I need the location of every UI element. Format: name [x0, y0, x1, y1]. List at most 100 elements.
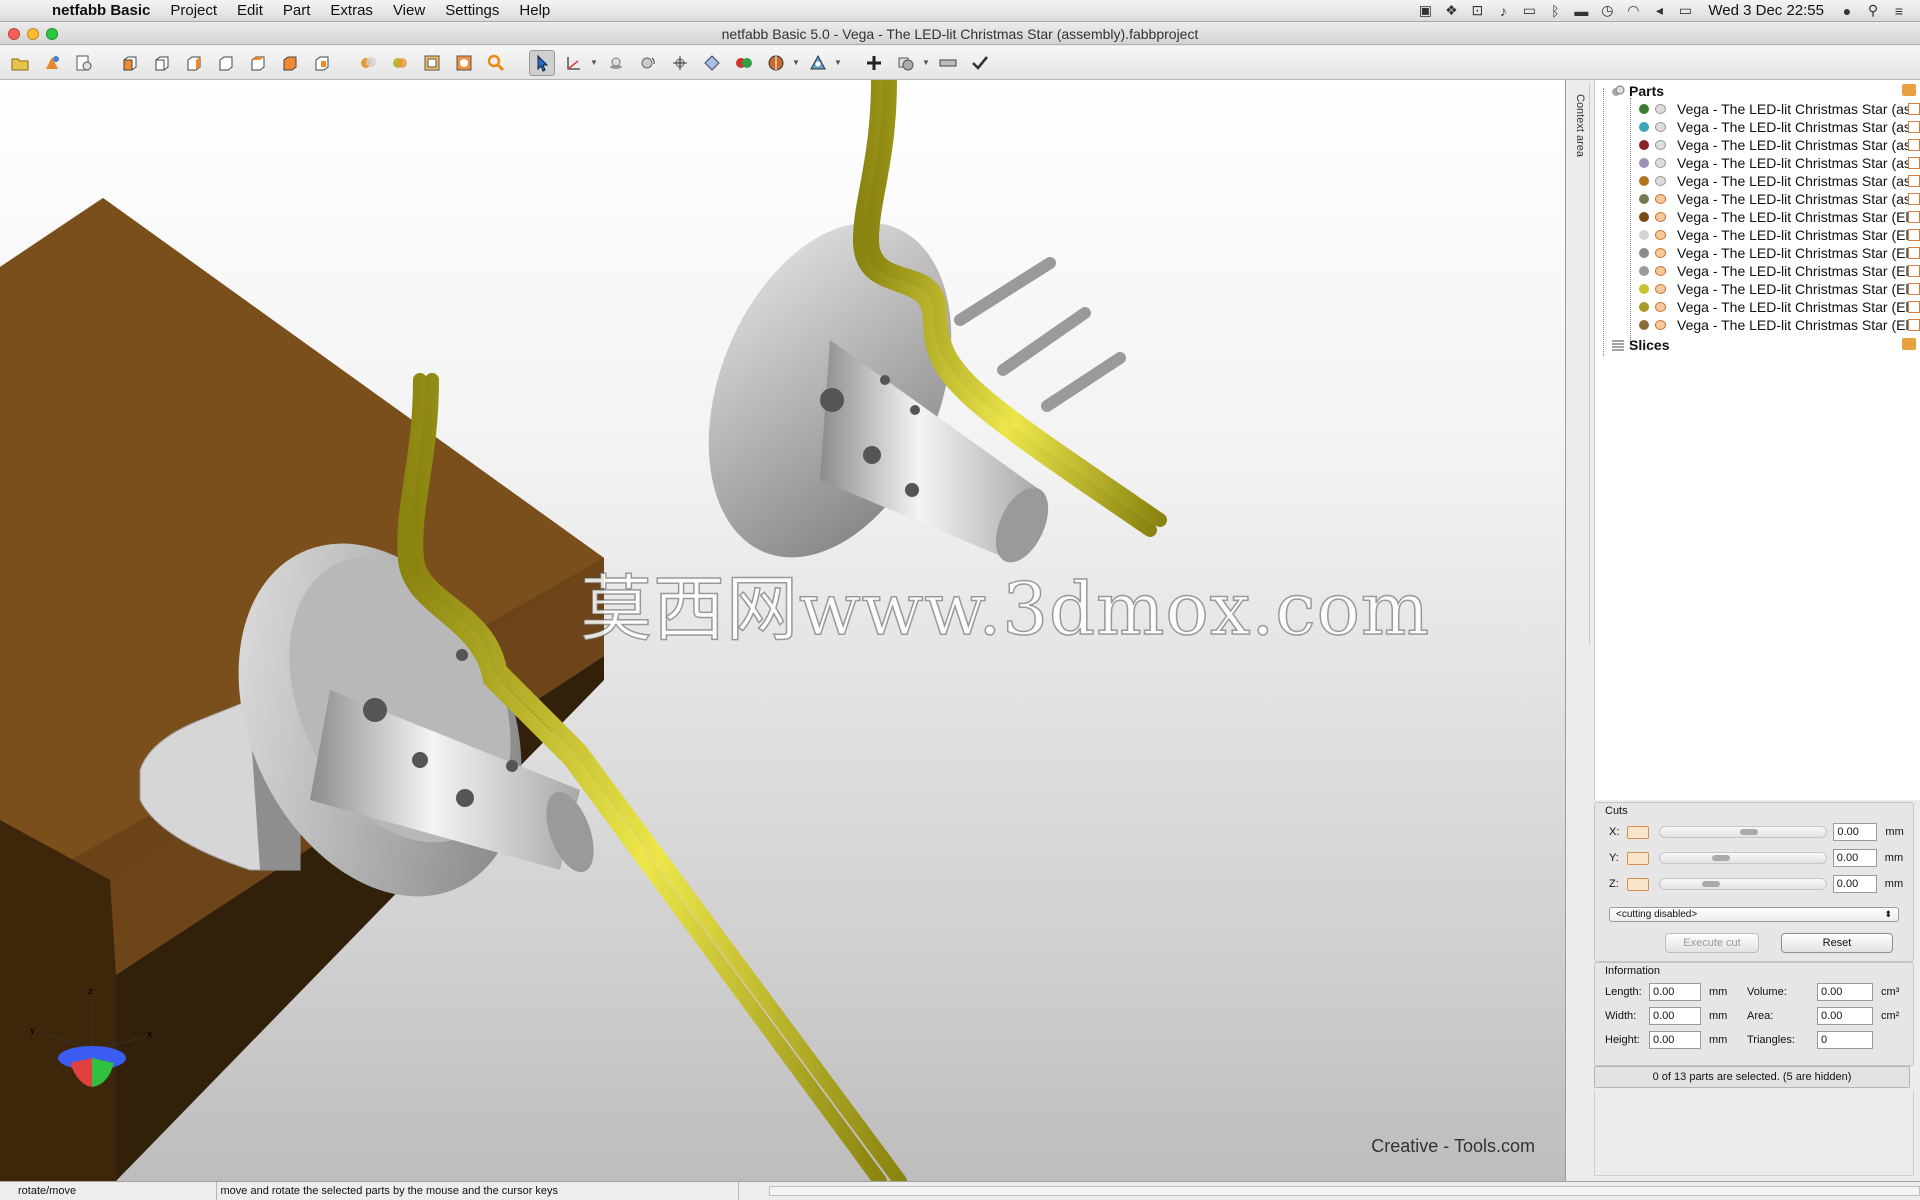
tree-part-item[interactable]: Vega - The LED-lit Christmas Star (ass [1595, 190, 1920, 208]
add-button[interactable] [861, 50, 887, 76]
part-options-icon[interactable] [1908, 139, 1920, 151]
menu-view[interactable]: View [383, 0, 435, 22]
app-menu[interactable]: netfabb Basic [40, 0, 160, 22]
airplay-icon[interactable]: ▭ [1516, 2, 1542, 19]
visibility-eye-icon[interactable] [1655, 302, 1666, 312]
part-options-icon[interactable] [1908, 247, 1920, 259]
download-icon[interactable]: ⊡ [1464, 2, 1490, 19]
part-options-icon[interactable] [1908, 319, 1920, 331]
visibility-eye-icon[interactable] [1655, 248, 1666, 258]
scale-part-button[interactable] [667, 50, 693, 76]
display-icon[interactable]: ▣ [1412, 2, 1438, 19]
move-part-button[interactable] [603, 50, 629, 76]
boolean-button[interactable] [893, 50, 919, 76]
visibility-eye-icon[interactable] [1655, 320, 1666, 330]
view-left-button[interactable] [181, 50, 207, 76]
tree-part-item[interactable]: Vega - The LED-lit Christmas Star (ass [1595, 118, 1920, 136]
menu-settings[interactable]: Settings [435, 0, 509, 22]
tree-node-slices[interactable]: Slices [1595, 336, 1920, 354]
execute-cut-button[interactable]: Execute cut [1665, 933, 1759, 953]
3d-viewport[interactable]: 莫西网www.3dmox.com z x y Creative - Tools.… [0, 80, 1566, 1181]
chevron-down-icon[interactable]: ▼ [834, 58, 844, 67]
tree-part-item[interactable]: Vega - The LED-lit Christmas Star (Elec [1595, 280, 1920, 298]
cut-x-color-swatch[interactable] [1627, 825, 1650, 839]
reset-button[interactable]: Reset [1781, 933, 1893, 953]
clock[interactable]: Wed 3 Dec 22:55 [1698, 2, 1834, 19]
tree-part-item[interactable]: Vega - The LED-lit Christmas Star (Elec [1595, 226, 1920, 244]
cut-y-color-swatch[interactable] [1626, 851, 1649, 865]
tree-part-item[interactable]: Vega - The LED-lit Christmas Star (ass [1595, 154, 1920, 172]
tree-node-parts[interactable]: Parts [1595, 82, 1920, 100]
visibility-eye-icon[interactable] [1655, 212, 1666, 222]
tree-part-item[interactable]: Vega - The LED-lit Christmas Star (Elec [1595, 316, 1920, 334]
user-icon[interactable]: ● [1834, 3, 1860, 19]
battery-level-icon[interactable]: ▭ [1672, 2, 1698, 19]
tree-part-item[interactable]: Vega - The LED-lit Christmas Star (Elec [1595, 298, 1920, 316]
cut-z-slider-thumb[interactable] [1701, 881, 1720, 887]
dropbox-icon[interactable]: ❖ [1438, 2, 1464, 19]
visibility-eye-icon[interactable] [1655, 122, 1666, 132]
apply-checkmark-icon[interactable] [967, 50, 993, 76]
part-options-icon[interactable] [1908, 103, 1920, 115]
context-area-tab[interactable]: Context area [1572, 84, 1590, 644]
add-part-button[interactable] [39, 50, 65, 76]
part-options-icon[interactable] [1908, 157, 1920, 169]
minimize-window-button[interactable] [27, 28, 39, 40]
menu-extras[interactable]: Extras [320, 0, 383, 22]
time-machine-icon[interactable]: ◷ [1594, 2, 1620, 19]
view-back-button[interactable] [149, 50, 175, 76]
menu-project[interactable]: Project [160, 0, 227, 22]
shading-button[interactable] [355, 50, 381, 76]
add-slice-folder-icon[interactable] [1902, 338, 1916, 350]
section-view-button[interactable] [763, 50, 789, 76]
tree-part-item[interactable]: Vega - The LED-lit Christmas Star (Elec [1595, 208, 1920, 226]
part-options-icon[interactable] [1908, 265, 1920, 277]
cut-z-slider[interactable] [1658, 878, 1827, 890]
cut-y-input[interactable]: 0.00 [1832, 849, 1877, 867]
tree-part-item[interactable]: Vega - The LED-lit Christmas Star (Elec [1595, 262, 1920, 280]
view-front-button[interactable] [117, 50, 143, 76]
cut-x-slider[interactable] [1659, 826, 1828, 838]
visibility-eye-icon[interactable] [1655, 194, 1666, 204]
wifi-icon[interactable]: ◠ [1620, 2, 1646, 19]
tree-part-item[interactable]: Vega - The LED-lit Christmas Star (ass [1595, 136, 1920, 154]
tree-part-item[interactable]: Vega - The LED-lit Christmas Star (ass [1595, 172, 1920, 190]
menu-edit[interactable]: Edit [227, 0, 273, 22]
zoom-selection-button[interactable] [451, 50, 477, 76]
part-options-icon[interactable] [1908, 175, 1920, 187]
visibility-eye-icon[interactable] [1655, 230, 1666, 240]
visibility-eye-icon[interactable] [1655, 176, 1666, 186]
part-options-icon[interactable] [1908, 301, 1920, 313]
repair-button[interactable] [805, 50, 831, 76]
select-pointer-button[interactable] [529, 49, 555, 76]
rotate-part-button[interactable] [635, 50, 661, 76]
part-options-icon[interactable] [1908, 283, 1920, 295]
zoom-all-button[interactable] [419, 50, 445, 76]
chevron-down-icon[interactable]: ▼ [590, 58, 600, 67]
open-project-button[interactable] [7, 50, 33, 76]
add-part-folder-icon[interactable] [1902, 84, 1916, 96]
tree-part-item[interactable]: Vega - The LED-lit Christmas Star (Elec [1595, 244, 1920, 262]
parts-tree[interactable]: Parts Vega - The LED-lit Christmas Star … [1594, 80, 1920, 800]
cut-y-slider[interactable] [1658, 852, 1827, 864]
volume-icon[interactable]: ◂ [1646, 2, 1672, 19]
cut-y-slider-thumb[interactable] [1711, 855, 1730, 861]
menu-part[interactable]: Part [273, 0, 321, 22]
visibility-eye-icon[interactable] [1655, 158, 1666, 168]
cut-z-input[interactable]: 0.00 [1832, 875, 1877, 893]
spotlight-search-icon[interactable]: ⚲ [1860, 2, 1886, 19]
color-mode-button[interactable] [387, 50, 413, 76]
view-iso-button[interactable] [309, 50, 335, 76]
zoom-window-button[interactable] [46, 28, 58, 40]
reports-button[interactable] [71, 50, 97, 76]
visibility-eye-icon[interactable] [1655, 140, 1666, 150]
battery-icon[interactable]: ▬ [1568, 3, 1594, 19]
mesh-view-button[interactable] [699, 50, 725, 76]
cutting-mode-select[interactable]: <cutting disabled> ⬍ [1609, 907, 1899, 922]
cut-x-slider-thumb[interactable] [1740, 829, 1759, 835]
chevron-down-icon[interactable]: ▼ [922, 58, 932, 67]
notification-bell-icon[interactable]: ♪ [1490, 3, 1516, 19]
visibility-eye-icon[interactable] [1655, 284, 1666, 294]
chevron-down-icon[interactable]: ▼ [792, 58, 802, 67]
part-options-icon[interactable] [1908, 211, 1920, 223]
